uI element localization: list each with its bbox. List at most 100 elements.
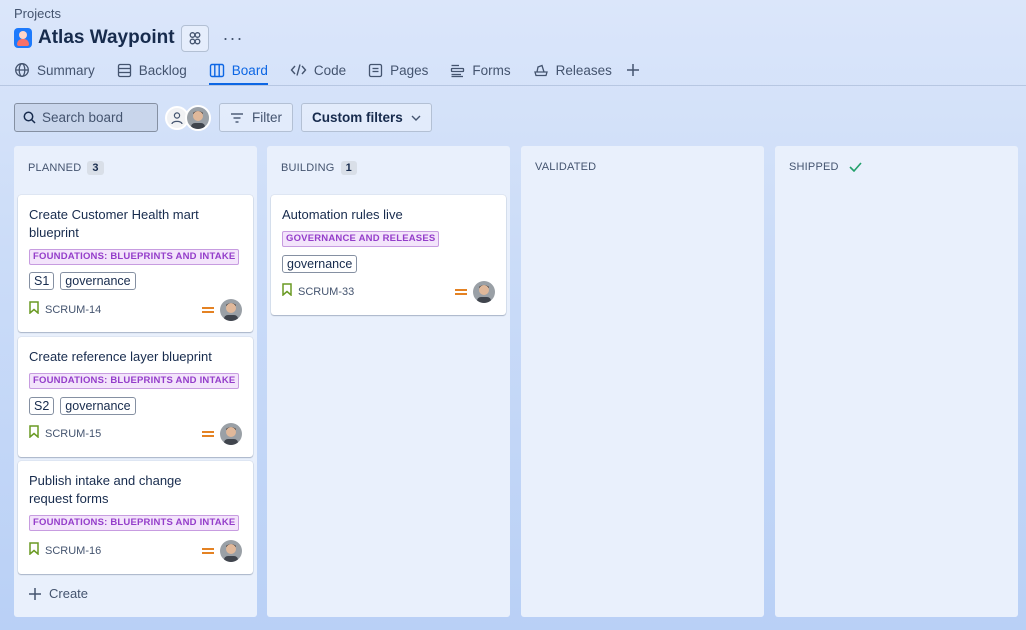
code-icon bbox=[290, 63, 307, 77]
create-issue-button[interactable]: Create bbox=[28, 586, 88, 601]
avatar[interactable] bbox=[220, 540, 242, 562]
issue-key[interactable]: SCRUM-16 bbox=[45, 545, 101, 557]
label-tag: governance bbox=[60, 397, 136, 415]
column-title: VALIDATED bbox=[535, 161, 597, 173]
board-column-building: BUILDING 1 Automation rules live GOVERNA… bbox=[267, 146, 510, 617]
board-icon bbox=[209, 63, 225, 78]
more-actions-button[interactable]: ··· bbox=[219, 25, 248, 52]
board-column-shipped: SHIPPED bbox=[775, 146, 1018, 617]
avatar[interactable] bbox=[220, 299, 242, 321]
search-icon bbox=[23, 111, 36, 124]
add-tab-button[interactable] bbox=[626, 58, 640, 82]
epic-label[interactable]: FOUNDATIONS: BLUEPRINTS AND INTAKE bbox=[29, 515, 240, 531]
issue-count-badge: 3 bbox=[87, 161, 104, 175]
tab-backlog[interactable]: Backlog bbox=[117, 58, 187, 82]
custom-filters-label: Custom filters bbox=[312, 110, 403, 125]
tab-releases[interactable]: Releases bbox=[533, 58, 612, 82]
story-icon bbox=[282, 283, 292, 301]
priority-medium-icon bbox=[202, 306, 214, 314]
card-footer: SCRUM-14 bbox=[29, 299, 242, 321]
project-avatar-icon[interactable] bbox=[14, 28, 32, 48]
issue-card[interactable]: Create Customer Health mart blueprint FO… bbox=[18, 195, 253, 332]
search-box[interactable] bbox=[14, 103, 158, 132]
person-icon bbox=[171, 111, 183, 124]
tab-summary[interactable]: Summary bbox=[14, 58, 95, 82]
tab-board[interactable]: Board bbox=[208, 58, 268, 85]
avatar[interactable] bbox=[185, 104, 211, 131]
tab-label: Releases bbox=[555, 62, 612, 78]
tab-pages[interactable]: Pages bbox=[368, 58, 428, 82]
releases-icon bbox=[533, 63, 549, 77]
column-title: BUILDING bbox=[281, 162, 335, 174]
column-header: SHIPPED bbox=[789, 161, 862, 173]
issue-card[interactable]: Automation rules live GOVERNANCE AND REL… bbox=[271, 195, 506, 315]
story-icon bbox=[29, 301, 39, 319]
card-title: Publish intake and change request forms bbox=[29, 473, 182, 506]
card-title: Automation rules live bbox=[282, 207, 403, 222]
issue-key[interactable]: SCRUM-14 bbox=[45, 304, 101, 316]
title-row: Atlas Waypoint ··· bbox=[14, 24, 248, 52]
card-footer: SCRUM-33 bbox=[282, 281, 495, 303]
issue-count-badge: 1 bbox=[340, 161, 357, 175]
label-tag: S1 bbox=[29, 272, 55, 290]
board-toolbar: Filter Custom filters bbox=[14, 103, 432, 132]
epic-label[interactable]: FOUNDATIONS: BLUEPRINTS AND INTAKE bbox=[29, 373, 240, 389]
issue-key[interactable]: SCRUM-15 bbox=[45, 428, 101, 440]
story-icon bbox=[29, 542, 39, 560]
epic-label[interactable]: GOVERNANCE AND RELEASES bbox=[282, 231, 440, 247]
column-title: PLANNED bbox=[28, 162, 82, 174]
chevron-down-icon bbox=[411, 115, 421, 121]
filter-button[interactable]: Filter bbox=[219, 103, 293, 132]
custom-filters-dropdown[interactable]: Custom filters bbox=[301, 103, 432, 132]
tab-label: Pages bbox=[390, 62, 429, 78]
tab-label: Forms bbox=[472, 62, 511, 78]
tab-label: Board bbox=[231, 62, 268, 78]
backlog-icon bbox=[117, 63, 132, 78]
plus-icon bbox=[28, 587, 42, 601]
priority-medium-icon bbox=[202, 547, 214, 555]
column-header: PLANNED 3 bbox=[28, 161, 104, 175]
label-tag: governance bbox=[60, 272, 136, 290]
header-divider bbox=[0, 85, 1026, 86]
avatar[interactable] bbox=[220, 423, 242, 445]
assignee-filter bbox=[165, 104, 211, 131]
plus-icon bbox=[626, 64, 639, 76]
project-header: Projects Atlas Waypoint ··· Summary Back… bbox=[0, 0, 1026, 86]
filter-label: Filter bbox=[252, 110, 282, 125]
project-tabs: Summary Backlog Board Code Pages Forms R… bbox=[14, 58, 640, 86]
filter-icon bbox=[230, 112, 244, 124]
card-footer: SCRUM-15 bbox=[29, 423, 242, 445]
pages-icon bbox=[368, 63, 383, 78]
globe-icon bbox=[14, 62, 30, 78]
team-button[interactable] bbox=[180, 24, 209, 52]
priority-medium-icon bbox=[202, 430, 214, 438]
search-input[interactable] bbox=[42, 110, 152, 125]
column-header: BUILDING 1 bbox=[281, 161, 357, 175]
board-column-validated: VALIDATED bbox=[521, 146, 764, 617]
priority-medium-icon bbox=[455, 288, 467, 296]
forms-icon bbox=[450, 63, 465, 78]
epic-label[interactable]: FOUNDATIONS: BLUEPRINTS AND INTAKE bbox=[29, 249, 240, 265]
page-title: Atlas Waypoint bbox=[38, 27, 175, 48]
breadcrumb[interactable]: Projects bbox=[14, 6, 61, 21]
tab-code[interactable]: Code bbox=[290, 58, 346, 82]
column-title: SHIPPED bbox=[789, 161, 839, 173]
issue-key[interactable]: SCRUM-33 bbox=[298, 286, 354, 298]
card-labels: S1 governance bbox=[29, 272, 142, 290]
create-label: Create bbox=[49, 586, 89, 601]
tab-forms[interactable]: Forms bbox=[450, 58, 511, 82]
card-labels: governance bbox=[282, 255, 363, 273]
label-tag: S2 bbox=[29, 397, 55, 415]
avatar[interactable] bbox=[473, 281, 495, 303]
people-icon bbox=[189, 32, 200, 45]
tab-label: Backlog bbox=[138, 62, 187, 78]
board-column-planned: PLANNED 3 Create Customer Health mart bl… bbox=[14, 146, 257, 617]
column-header: VALIDATED bbox=[535, 161, 596, 173]
issue-card[interactable]: Create reference layer blueprint FOUNDAT… bbox=[18, 337, 253, 457]
tab-label: Summary bbox=[37, 62, 95, 78]
tab-label: Code bbox=[313, 62, 347, 78]
card-title: Create reference layer blueprint bbox=[29, 349, 212, 364]
card-footer: SCRUM-16 bbox=[29, 540, 242, 562]
card-labels: S2 governance bbox=[29, 397, 142, 415]
issue-card[interactable]: Publish intake and change request forms … bbox=[18, 461, 253, 574]
